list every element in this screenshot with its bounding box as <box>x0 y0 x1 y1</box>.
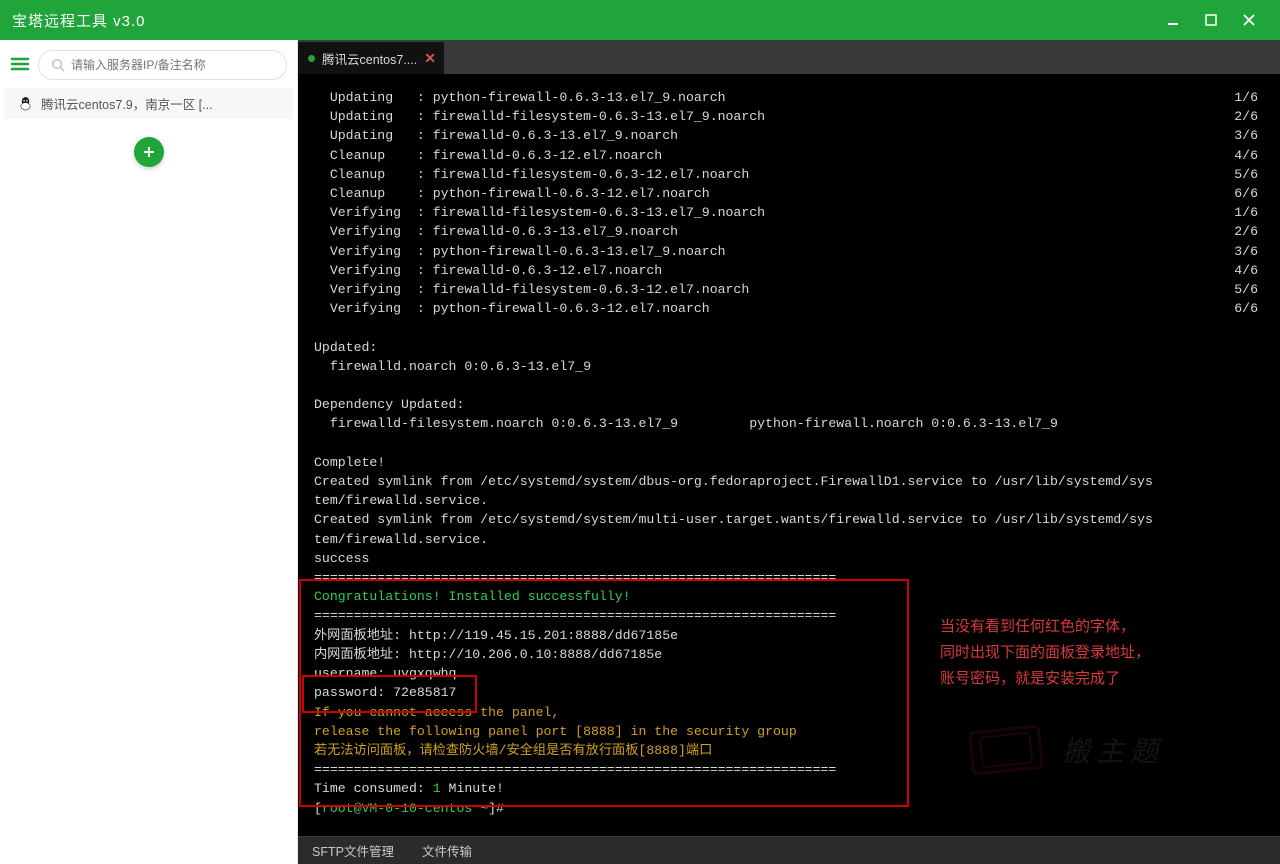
titlebar: 宝塔远程工具 v3.0 <box>0 0 1280 40</box>
bottom-bar: SFTP文件管理 文件传输 <box>298 836 1280 864</box>
sftp-button[interactable]: SFTP文件管理 <box>312 841 394 860</box>
tab-label: 腾讯云centos7.... <box>322 49 417 68</box>
hamburger-icon[interactable] <box>10 56 30 75</box>
tab-close-icon[interactable]: ✕ <box>424 50 436 67</box>
terminal-tab[interactable]: 腾讯云centos7.... ✕ <box>298 42 444 74</box>
minimize-button[interactable] <box>1154 0 1192 40</box>
search-icon <box>51 58 65 72</box>
content-area: 腾讯云centos7.... ✕ Updating : python-firew… <box>298 40 1280 864</box>
tab-bar: 腾讯云centos7.... ✕ <box>298 40 1280 74</box>
file-transfer-button[interactable]: 文件传输 <box>422 841 472 860</box>
server-label: 腾讯云centos7.9，南京一区 [... <box>41 94 213 113</box>
terminal-output[interactable]: Updating : python-firewall-0.6.3-13.el7_… <box>298 74 1280 836</box>
maximize-button[interactable] <box>1192 0 1230 40</box>
search-box[interactable] <box>38 50 287 80</box>
annotation-text: 当没有看到任何红色的字体， 同时出现下面的面板登录地址， 账号密码，就是安装完成… <box>940 614 1220 692</box>
app-title: 宝塔远程工具 v3.0 <box>12 10 1154 31</box>
status-dot-icon <box>308 55 315 62</box>
close-button[interactable] <box>1230 0 1268 40</box>
add-server-button[interactable] <box>134 137 164 167</box>
server-list-item[interactable]: 腾讯云centos7.9，南京一区 [... <box>4 88 293 119</box>
sidebar: 腾讯云centos7.9，南京一区 [... <box>0 40 298 864</box>
plus-icon <box>142 145 156 159</box>
search-input[interactable] <box>71 58 274 72</box>
linux-icon <box>18 96 33 111</box>
